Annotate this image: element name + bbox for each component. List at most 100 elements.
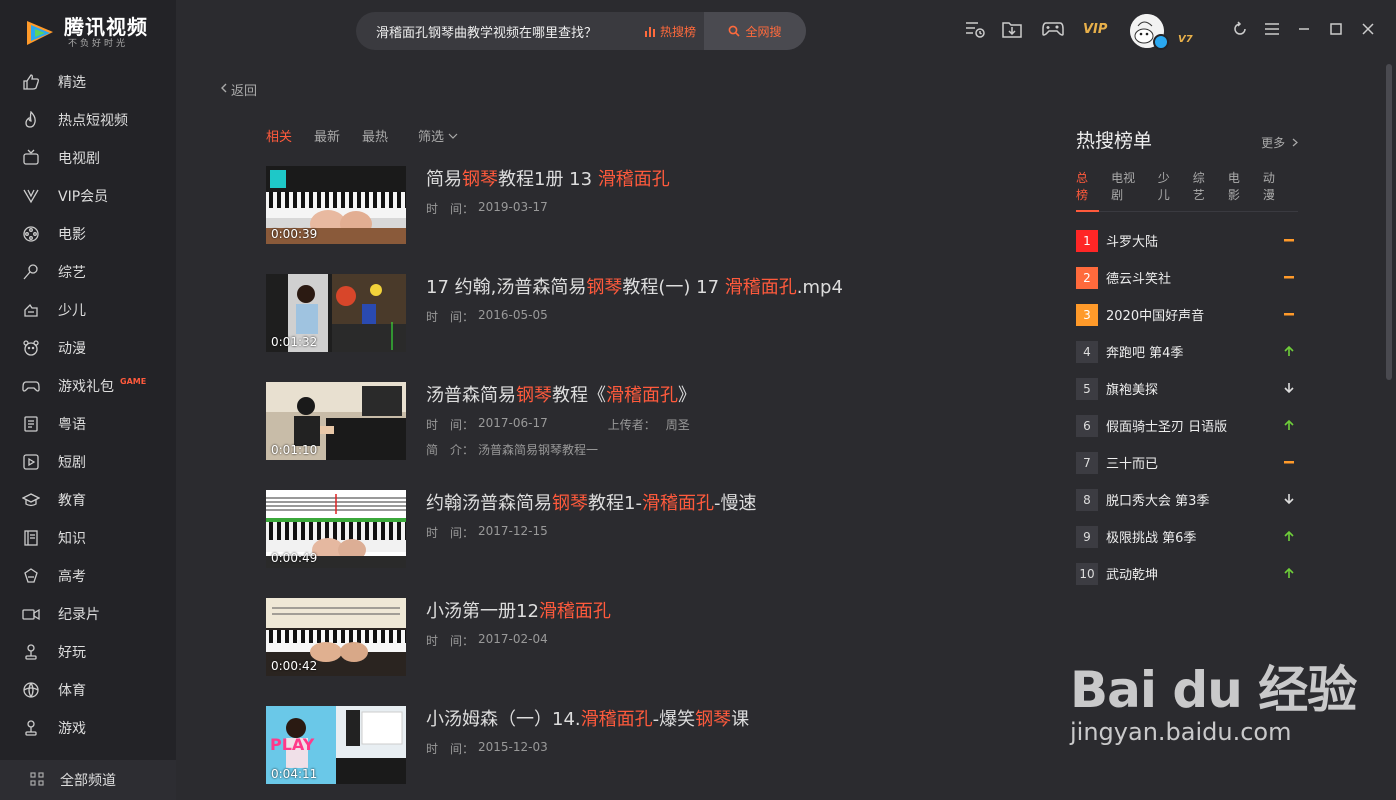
- title-text: 简易: [426, 169, 462, 190]
- tab-hottest[interactable]: 最热: [362, 126, 388, 145]
- ball-icon: [22, 681, 40, 699]
- video-thumbnail[interactable]: 0:01:32: [266, 274, 406, 352]
- result-item[interactable]: 0:01:32 17 约翰,汤普森简易钢琴教程(一) 17 滑稽面孔.mp4 时 间…: [266, 274, 1026, 382]
- uploader-name[interactable]: 周圣: [666, 416, 690, 433]
- keyword-highlight: 滑稽面孔: [724, 277, 797, 298]
- trend-down-icon: [1282, 381, 1296, 395]
- tab-filter[interactable]: 筛选: [418, 126, 458, 145]
- result-item[interactable]: 0:01:10 汤普森简易钢琴教程《滑稽面孔》时 间： 2017-06-17 上传者：…: [266, 382, 1026, 490]
- trend-up-icon: [1282, 529, 1296, 543]
- hot-list-item[interactable]: 8 脱口秀大会 第3季: [1076, 481, 1298, 518]
- hot-list-item[interactable]: 2 德云斗笑社: [1076, 259, 1298, 296]
- vip-link[interactable]: VIP: [1083, 22, 1107, 37]
- video-duration: 0:04:11: [271, 767, 318, 781]
- watermark-brand: Bai du 经验: [1070, 661, 1357, 719]
- back-label: 返回: [231, 84, 258, 99]
- sidebar-item[interactable]: 精选: [0, 63, 176, 101]
- maximize-icon[interactable]: [1325, 18, 1347, 40]
- hot-list-item[interactable]: 5 旗袍美探: [1076, 370, 1298, 407]
- camera-icon: [22, 605, 40, 623]
- web-search-button[interactable]: 全网搜: [704, 12, 806, 50]
- search-input[interactable]: [356, 12, 644, 50]
- result-item[interactable]: 0:00:42 小汤第一册12滑稽面孔时 间： 2017-02-04: [266, 598, 1026, 706]
- scrollbar[interactable]: [1386, 64, 1392, 380]
- hot-list-item[interactable]: 9 极限挑战 第6季: [1076, 518, 1298, 555]
- result-title[interactable]: 小汤第一册12滑稽面孔: [426, 600, 611, 624]
- hot-tab[interactable]: 总榜: [1076, 169, 1100, 212]
- sidebar-item[interactable]: 高考: [0, 557, 176, 595]
- refresh-icon[interactable]: [1229, 18, 1251, 40]
- title-text: 约翰汤普森简易: [426, 493, 552, 514]
- date-label: 时 间：: [426, 418, 475, 432]
- hot-list-item[interactable]: 10 武动乾坤: [1076, 555, 1298, 592]
- tab-latest[interactable]: 最新: [314, 126, 340, 145]
- hot-tab[interactable]: 综艺: [1193, 169, 1216, 203]
- hot-more-link[interactable]: 更多: [1261, 134, 1298, 151]
- hot-item-name: 德云斗笑社: [1106, 272, 1172, 287]
- hot-list-item[interactable]: 7 三十而已: [1076, 444, 1298, 481]
- sidebar-item-label: 电影: [58, 227, 86, 243]
- video-thumbnail[interactable]: 0:00:49: [266, 490, 406, 568]
- all-channels-button[interactable]: 全部频道: [0, 760, 176, 800]
- sidebar-item[interactable]: 综艺: [0, 253, 176, 291]
- video-thumbnail[interactable]: 0:00:42: [266, 598, 406, 676]
- sidebar-item[interactable]: 教育: [0, 481, 176, 519]
- sidebar-item[interactable]: 粤语: [0, 405, 176, 443]
- rank-badge: 4: [1076, 340, 1098, 363]
- hot-tab[interactable]: 动漫: [1263, 169, 1286, 203]
- sidebar-item[interactable]: 少儿: [0, 291, 176, 329]
- result-item[interactable]: PLAY 0:04:11 小汤姆森（一）14.滑稽面孔-爆笑钢琴课时 间： 2015-…: [266, 706, 1026, 800]
- video-thumbnail[interactable]: PLAY 0:04:11: [266, 706, 406, 784]
- keyword-highlight: 钢琴: [586, 277, 623, 298]
- result-item[interactable]: 0:00:39 简易钢琴教程1册 13 滑稽面孔时 间： 2019-03-17: [266, 166, 1026, 274]
- sidebar-item[interactable]: 短剧: [0, 443, 176, 481]
- result-title[interactable]: 汤普森简易钢琴教程《滑稽面孔》: [426, 384, 696, 408]
- gamepad-icon: [22, 377, 40, 395]
- logo[interactable]: 腾讯视频 不负好时光: [24, 16, 148, 50]
- publish-date: 2017-06-17: [478, 416, 548, 430]
- sidebar-item[interactable]: VIP会员: [0, 177, 176, 215]
- tab-related[interactable]: 相关: [266, 126, 292, 145]
- intro-label: 简 介：: [426, 443, 475, 457]
- sidebar-item[interactable]: 游戏: [0, 709, 176, 747]
- video-thumbnail[interactable]: 0:01:10: [266, 382, 406, 460]
- sidebar-item[interactable]: 体育: [0, 671, 176, 709]
- menu-icon[interactable]: [1261, 18, 1283, 40]
- trend-flat-icon: [1282, 233, 1296, 247]
- sidebar-item[interactable]: 知识: [0, 519, 176, 557]
- video-duration: 0:01:32: [271, 335, 318, 349]
- video-thumbnail[interactable]: 0:00:39: [266, 166, 406, 244]
- hot-list-item[interactable]: 4 奔跑吧 第4季: [1076, 333, 1298, 370]
- sidebar-item[interactable]: 电影: [0, 215, 176, 253]
- sidebar-item[interactable]: 电视剧: [0, 139, 176, 177]
- sidebar-item[interactable]: 动漫: [0, 329, 176, 367]
- hot-tab[interactable]: 少儿: [1158, 169, 1181, 203]
- hot-list-item[interactable]: 6 假面骑士圣刃 日语版: [1076, 407, 1298, 444]
- sidebar-item[interactable]: 好玩: [0, 633, 176, 671]
- date-label: 时 间：: [426, 310, 475, 324]
- sidebar-item-label: 综艺: [58, 265, 86, 281]
- hot-tab[interactable]: 电视剧: [1111, 169, 1146, 203]
- download-folder-icon[interactable]: [1001, 18, 1023, 40]
- bar-chart-icon: [644, 27, 655, 37]
- close-icon[interactable]: [1357, 18, 1379, 40]
- sidebar-item[interactable]: 纪录片: [0, 595, 176, 633]
- back-button[interactable]: 返回: [220, 80, 257, 99]
- publish-date: 2016-05-05: [478, 308, 548, 322]
- trend-flat-icon: [1282, 270, 1296, 284]
- hot-tab[interactable]: 电影: [1228, 169, 1251, 203]
- result-title[interactable]: 约翰汤普森简易钢琴教程1-滑稽面孔-慢速: [426, 492, 756, 516]
- history-icon[interactable]: [964, 18, 986, 40]
- sidebar-item[interactable]: 热点短视频: [0, 101, 176, 139]
- rank-badge: 9: [1076, 525, 1098, 548]
- minimize-icon[interactable]: [1293, 18, 1315, 40]
- gamepad-icon[interactable]: [1042, 18, 1064, 40]
- hot-list-item[interactable]: 3 2020中国好声音: [1076, 296, 1298, 333]
- sidebar-item[interactable]: 游戏礼包 GAME: [0, 367, 176, 405]
- result-title[interactable]: 小汤姆森（一）14.滑稽面孔-爆笑钢琴课: [426, 708, 749, 732]
- result-title[interactable]: 17 约翰,汤普森简易钢琴教程(一) 17 滑稽面孔.mp4: [426, 276, 843, 300]
- hot-list-item[interactable]: 1 斗罗大陆: [1076, 222, 1298, 259]
- hot-search-button[interactable]: 热搜榜: [644, 23, 704, 40]
- result-item[interactable]: 0:00:49 约翰汤普森简易钢琴教程1-滑稽面孔-慢速时 间： 2017-12-1…: [266, 490, 1026, 598]
- result-title[interactable]: 简易钢琴教程1册 13 滑稽面孔: [426, 168, 670, 192]
